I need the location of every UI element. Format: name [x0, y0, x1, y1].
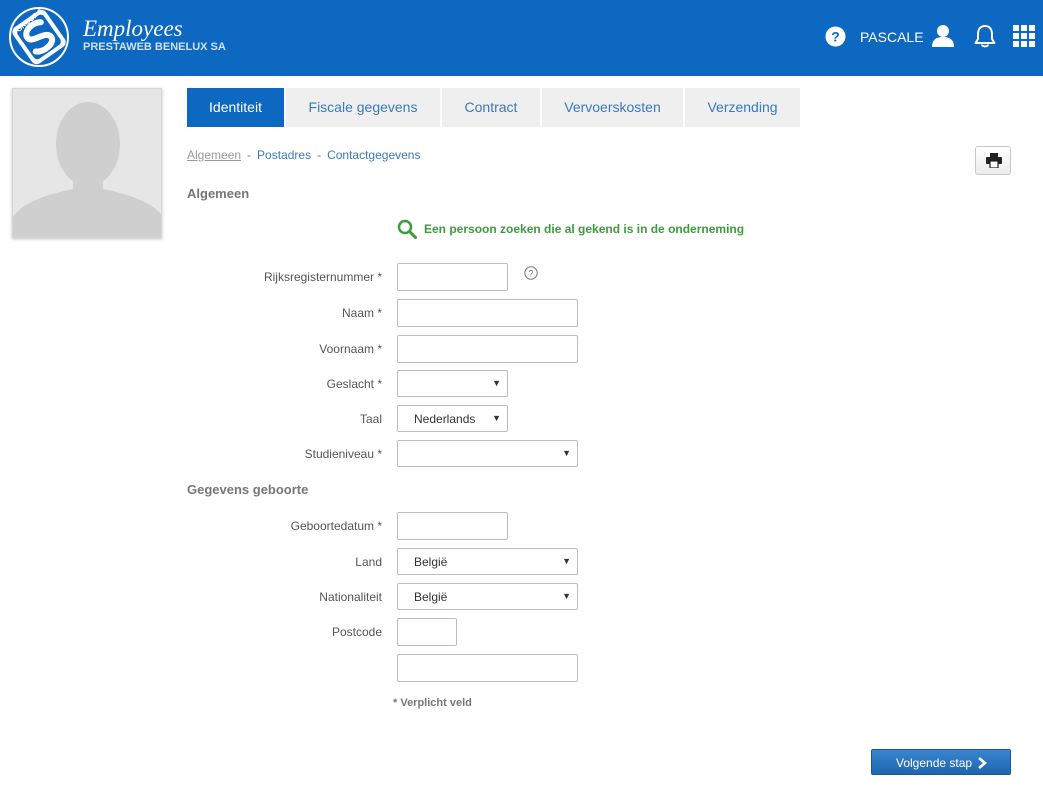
postcode-input[interactable]	[397, 618, 457, 646]
group-s-logo[interactable]: GROUP S	[6, 6, 72, 68]
education-label: Studieniveau *	[304, 447, 382, 461]
breadcrumb-item-postadres[interactable]: Postadres	[257, 148, 311, 162]
birth-date-label: Geboortedatum *	[290, 519, 382, 533]
help-circle-icon[interactable]: ?	[524, 266, 538, 280]
language-select[interactable]: Nederlands ▼	[397, 405, 508, 432]
country-select[interactable]: België ▼	[397, 548, 578, 575]
breadcrumb-item-algemeen[interactable]: Algemeen	[187, 148, 241, 162]
company-name: PRESTAWEB BENELUX SA	[83, 41, 226, 53]
caret-down-icon: ▼	[492, 413, 501, 423]
bell-icon[interactable]	[974, 24, 996, 48]
next-step-label: Volgende stap	[896, 756, 973, 770]
section-title-general: Algemeen	[187, 186, 250, 201]
section-title-birth: Gegevens geboorte	[187, 482, 309, 497]
city-input[interactable]	[397, 654, 578, 682]
printer-icon	[986, 153, 1002, 168]
breadcrumb-item-contactgegevens[interactable]: Contactgegevens	[327, 148, 420, 162]
svg-text:?: ?	[528, 269, 533, 279]
chevron-right-icon	[978, 757, 987, 769]
next-step-button[interactable]: Volgende stap	[871, 749, 1011, 775]
svg-text:?: ?	[831, 29, 840, 45]
required-field-note: * Verplicht veld	[393, 697, 472, 709]
tab-identiteit[interactable]: Identiteit	[187, 88, 284, 127]
country-value: België	[414, 555, 448, 569]
app-title: Employees	[83, 16, 183, 41]
gender-label: Geslacht *	[326, 377, 382, 391]
first-name-input[interactable]	[397, 335, 578, 363]
national-register-label: Rijksregisternummer *	[263, 270, 382, 284]
caret-down-icon: ▼	[562, 556, 571, 566]
language-label: Taal	[359, 412, 382, 426]
birth-date-input[interactable]	[397, 512, 508, 540]
print-button[interactable]	[975, 146, 1011, 175]
profile-photo-placeholder[interactable]	[12, 88, 162, 238]
education-select[interactable]: ▼	[397, 440, 578, 467]
apps-grid-icon[interactable]	[1013, 25, 1035, 47]
tab-vervoerskosten[interactable]: Vervoerskosten	[542, 88, 683, 127]
top-bar: GROUP S Employees PRESTAWEB BENELUX SA ?…	[0, 0, 1043, 76]
search-icon	[397, 219, 417, 239]
nationality-value: België	[414, 590, 448, 604]
user-name[interactable]: PASCALE	[860, 29, 924, 45]
search-link-label: Een persoon zoeken die al gekend is in d…	[424, 222, 745, 236]
national-register-input[interactable]	[397, 263, 508, 291]
caret-down-icon: ▼	[562, 591, 571, 601]
breadcrumb: Algemeen - Postadres - Contactgegevens	[187, 148, 420, 162]
caret-down-icon: ▼	[492, 378, 501, 388]
caret-down-icon: ▼	[562, 448, 571, 458]
postcode-label: Postcode	[331, 625, 382, 639]
user-icon[interactable]	[931, 24, 955, 48]
country-label: Land	[355, 555, 382, 569]
tab-verzending[interactable]: Verzending	[685, 88, 800, 127]
avatar-silhouette-icon	[13, 102, 161, 237]
language-value: Nederlands	[414, 412, 476, 426]
gender-select[interactable]: ▼	[397, 370, 508, 397]
last-name-label: Naam *	[341, 306, 382, 320]
tab-contract[interactable]: Contract	[442, 88, 540, 127]
nationality-label: Nationaliteit	[319, 590, 382, 604]
tab-fiscale-gegevens[interactable]: Fiscale gegevens	[286, 88, 440, 127]
breadcrumb-separator: -	[247, 148, 252, 162]
first-name-label: Voornaam *	[319, 342, 382, 356]
nationality-select[interactable]: België ▼	[397, 583, 578, 610]
help-icon[interactable]: ?	[825, 26, 846, 47]
last-name-input[interactable]	[397, 299, 578, 327]
breadcrumb-separator: -	[317, 148, 322, 162]
